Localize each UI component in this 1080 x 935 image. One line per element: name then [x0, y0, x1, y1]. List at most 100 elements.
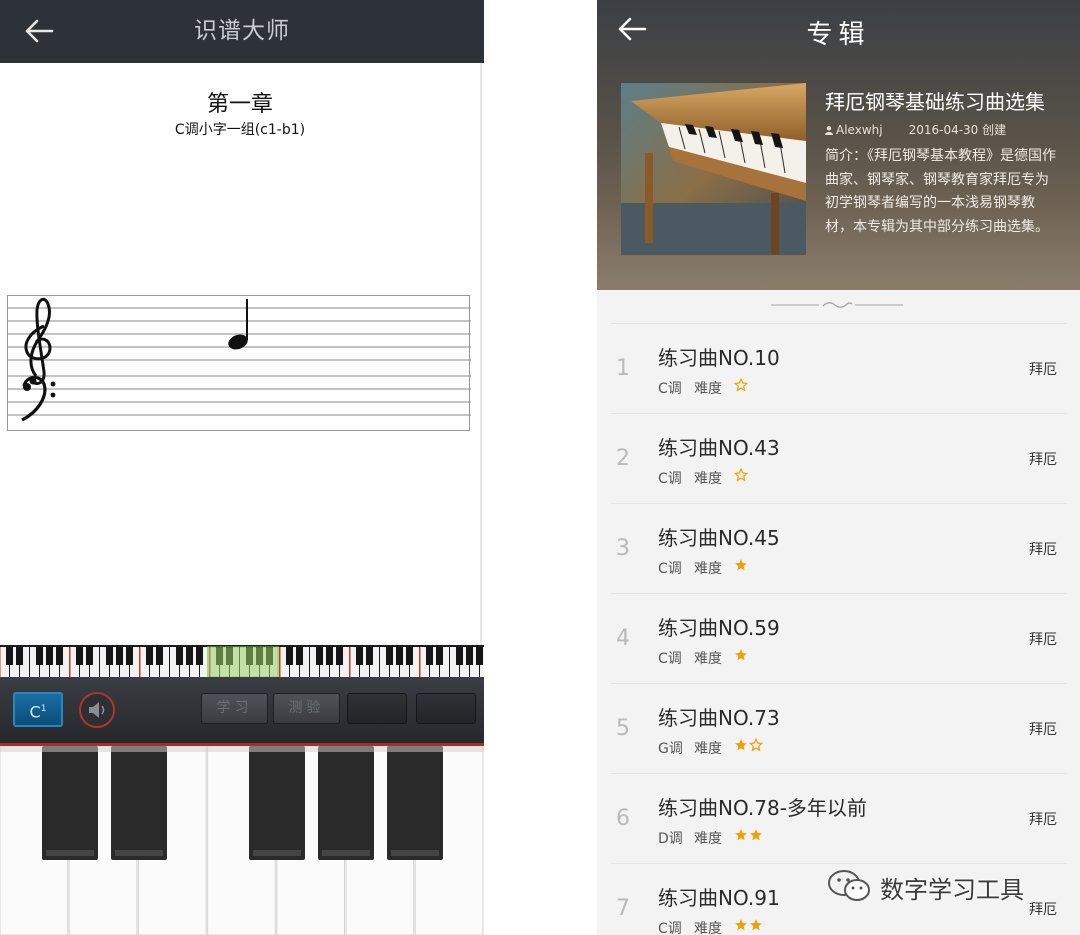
star-filled-icon [735, 829, 747, 841]
difficulty-stars [734, 737, 764, 753]
mini-black-key [56, 647, 63, 665]
mini-black-key [176, 647, 183, 665]
song-title: 练习曲NO.73 [658, 706, 780, 730]
album-cover-image[interactable] [621, 83, 806, 255]
mini-black-key [326, 647, 333, 665]
song-row[interactable]: 5 练习曲NO.73 G调 难度 拜厄 [611, 684, 1067, 774]
wechat-icon [828, 870, 870, 901]
difficulty-stars [734, 557, 749, 573]
blank-button-2[interactable] [416, 693, 476, 724]
mini-black-key [106, 647, 113, 665]
black-key[interactable] [42, 746, 98, 860]
mini-black-key [76, 647, 83, 665]
song-row[interactable]: 1 练习曲NO.10 C调 难度 拜厄 [611, 324, 1067, 414]
octave-marker [0, 647, 1, 677]
song-key: C调 [658, 921, 682, 935]
back-arrow-icon[interactable] [22, 14, 56, 48]
album-screen: 专辑 拜厄钢琴基础练习曲选集 Alexwhj 2016-04-30 创建 简介：… [597, 0, 1080, 935]
mini-black-key [36, 647, 43, 665]
keyboard-range-highlight[interactable] [207, 646, 279, 677]
album-header: 专辑 拜厄钢琴基础练习曲选集 Alexwhj 2016-04-30 创建 简介：… [597, 0, 1080, 290]
star-filled-icon [750, 829, 762, 841]
mini-black-key [436, 647, 443, 665]
star-filled-icon [750, 919, 762, 931]
song-number: 6 [616, 806, 630, 831]
octave-marker [419, 647, 421, 677]
sight-reading-screen: 识谱大师 第一章 C调小字一组(c1-b1) C1 学习 测验 [0, 0, 484, 935]
mini-black-key [406, 647, 413, 665]
black-key-edge [391, 850, 439, 856]
screenshot-composite: 识谱大师 第一章 C调小字一组(c1-b1) C1 学习 测验 专辑 拜厄钢琴基… [0, 0, 1080, 935]
star-filled-icon [735, 559, 747, 571]
mini-black-key [196, 647, 203, 665]
song-title: 练习曲NO.45 [658, 526, 780, 550]
octave-marker [279, 647, 281, 677]
star-filled-icon [735, 649, 747, 661]
key-select-button[interactable]: C1 [13, 692, 63, 727]
song-number: 1 [616, 356, 630, 381]
mini-black-key [426, 647, 433, 665]
watermark-text: 数字学习工具 [880, 876, 1024, 904]
octave-marker [349, 647, 351, 677]
song-row[interactable]: 3 练习曲NO.45 C调 难度 拜厄 [611, 504, 1067, 594]
test-button[interactable]: 测验 [273, 693, 340, 724]
octave-marker [69, 647, 71, 677]
mini-black-key [386, 647, 393, 665]
song-number: 4 [616, 626, 630, 651]
black-key[interactable] [318, 746, 374, 860]
learn-button[interactable]: 学习 [201, 693, 268, 724]
song-number: 3 [616, 536, 630, 561]
song-artist: 拜厄 [1029, 722, 1057, 738]
album-created-date: 2016-04-30 创建 [908, 123, 1007, 137]
top-bar: 识谱大师 [0, 0, 484, 63]
album-meta: Alexwhj 2016-04-30 创建 [825, 121, 1006, 138]
star-filled-icon [735, 919, 747, 931]
mini-black-key [466, 647, 473, 665]
black-key-edge [46, 850, 94, 856]
mini-black-key [296, 647, 303, 665]
song-key: C调 [658, 381, 682, 397]
song-key: C调 [658, 651, 682, 667]
song-key: D调 [658, 831, 683, 847]
album-intro: 简介：《拜厄钢琴基本教程》是德国作曲家、钢琴家、钢琴教育家拜厄专为初学钢琴者编写… [825, 148, 1056, 235]
song-key: C调 [658, 471, 682, 487]
sound-toggle-button[interactable] [79, 692, 115, 728]
difficulty-stars [734, 827, 764, 843]
difficulty-label: 难度 [694, 561, 722, 577]
star-outline-icon [734, 378, 748, 392]
blank-button-1[interactable] [347, 693, 407, 724]
mini-black-key [316, 647, 323, 665]
black-key-edge [115, 850, 163, 856]
mini-black-key [6, 647, 13, 665]
mini-black-key [456, 647, 463, 665]
song-title: 练习曲NO.91 [658, 886, 780, 910]
mini-black-key [286, 647, 293, 665]
keyboard-overview[interactable] [0, 645, 484, 677]
black-key-edge [253, 850, 301, 856]
speaker-icon [89, 702, 105, 718]
song-row[interactable]: 4 练习曲NO.59 C调 难度 拜厄 [611, 594, 1067, 684]
difficulty-stars [734, 377, 749, 393]
black-key[interactable] [387, 746, 443, 860]
black-key[interactable] [249, 746, 305, 860]
chapter-title: 第一章 [206, 92, 273, 117]
song-artist: 拜厄 [1029, 542, 1057, 558]
mini-black-key [476, 647, 483, 665]
mini-black-key [116, 647, 123, 665]
song-number: 2 [616, 446, 630, 471]
song-artist: 拜厄 [1029, 812, 1057, 828]
song-row[interactable]: 2 练习曲NO.43 C调 难度 拜厄 [611, 414, 1067, 504]
mini-black-key [126, 647, 133, 665]
piano-keyboard[interactable] [0, 746, 484, 935]
staff-lines [8, 297, 471, 422]
difficulty-label: 难度 [694, 831, 722, 847]
difficulty-label: 难度 [694, 651, 722, 667]
song-title: 练习曲NO.59 [658, 616, 780, 640]
song-row[interactable]: 6 练习曲NO.78-多年以前 D调 难度 拜厄 [611, 774, 1067, 864]
mini-black-key [16, 647, 23, 665]
black-key[interactable] [111, 746, 167, 860]
album-author[interactable]: Alexwhj [836, 123, 883, 137]
difficulty-stars [734, 467, 749, 483]
difficulty-label: 难度 [694, 921, 722, 935]
difficulty-label: 难度 [694, 471, 722, 487]
